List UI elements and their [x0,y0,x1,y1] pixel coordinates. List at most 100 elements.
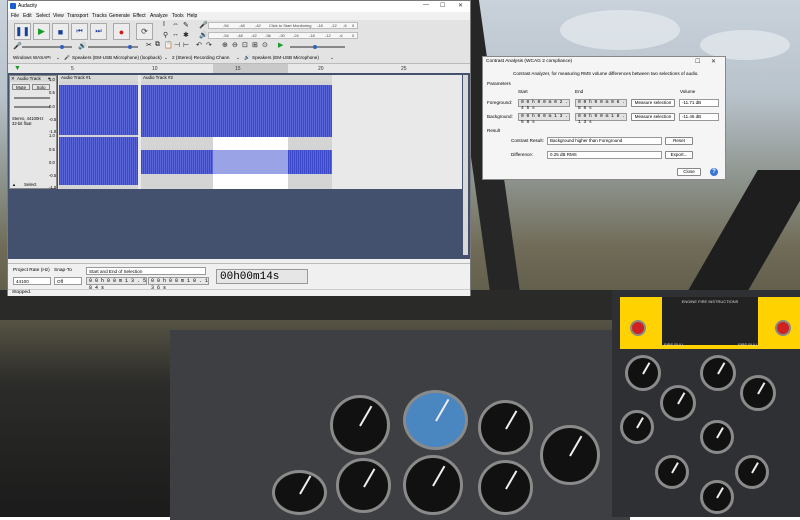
start-label: Start [518,89,528,94]
attitude-indicator [403,390,468,450]
draw-tool-icon[interactable]: ✎ [183,21,189,29]
clip-title[interactable]: Audio Track #1 [59,75,138,81]
pan-slider[interactable] [14,106,50,108]
background-start-time[interactable]: 0 0 h 0 0 m 1 3 . 5 8 s [518,113,570,125]
recording-channels-select[interactable]: 2 (Stereo) Recording Chann [172,55,229,60]
menu-select[interactable]: Select [36,13,50,19]
collapse-icon[interactable]: ▲ [12,182,16,187]
selection-tool-icon[interactable]: I [163,21,165,28]
menu-file[interactable]: File [11,13,19,19]
snap-to-label: Snap-To [54,268,72,273]
reset-button[interactable]: Reset [665,137,693,145]
maximize-button[interactable]: ☐ [440,2,445,9]
paste-icon[interactable]: 📋 [164,41,173,49]
zoom-out-icon[interactable]: ⊖ [232,41,238,49]
stop-button[interactable]: ■ [52,23,69,40]
track-name[interactable]: Audio Track [17,76,41,81]
dialog-close-button[interactable]: ✕ [711,58,716,65]
audio-host-select[interactable]: Windows WASAPI [13,55,51,60]
record-meter[interactable]: -54 -48 -42 Click to Start Monitoring -1… [208,22,358,29]
vertical-scrollbar[interactable] [463,75,468,255]
menu-tools[interactable]: Tools [172,13,184,19]
loop-icon: ⟳ [141,27,148,36]
menu-effect[interactable]: Effect [133,13,146,19]
menu-edit[interactable]: Edit [23,13,32,19]
selection-start-time[interactable]: 0 0 h 0 0 m 1 3 . 5 8 4 s [86,277,147,291]
skip-end-button[interactable]: ⏭ [90,23,107,40]
close-dialog-button[interactable]: Close [677,168,701,176]
measure-background-button[interactable]: Measure selection [631,113,675,121]
record-volume-knob[interactable] [60,45,64,49]
minimize-button[interactable]: — [423,2,429,8]
dialog-maximize-button[interactable]: ☐ [695,58,700,65]
tracks-area[interactable]: ✕ Audio Track ▾ Mute Solo Stereo, 44100H… [8,73,470,259]
envelope-tool-icon[interactable]: ⇔ [172,21,179,28]
export-button[interactable]: Export... [665,151,693,159]
track-close-icon[interactable]: ✕ [11,76,15,82]
monitor-label[interactable]: Click to Start Monitoring [269,23,311,28]
copy-icon[interactable]: ⧉ [155,41,160,49]
timeline-options-icon[interactable]: ▼ [14,65,21,72]
result-label: Result [487,128,501,133]
menu-help[interactable]: Help [187,13,197,19]
select-button[interactable]: Select [24,182,37,187]
record-volume-slider[interactable] [22,46,72,48]
play-speed-knob[interactable] [313,45,317,49]
cut-icon[interactable]: ✂ [146,41,152,49]
clip-title[interactable]: Audio Track #2 [141,75,332,81]
zoom-toggle-icon[interactable]: ⊙ [262,41,268,49]
selection-mode-select[interactable]: Start and End of Selection [86,267,206,275]
clip-audio-track-1[interactable]: Audio Track #1 [59,75,138,189]
play-button[interactable]: ▶ [33,23,50,40]
playback-meter[interactable]: -54 -48 -42 -36 -30 -24 -18 -12 -6 0 [208,32,358,39]
menu-transport[interactable]: Transport [67,13,88,19]
project-rate-select[interactable]: 44100 [13,277,51,285]
foreground-end-time[interactable]: 0 0 h 0 0 m 0 6 . 8 6 s [575,99,627,111]
trim-icon[interactable]: ⊣ [174,41,180,49]
meter-tick: -36 [265,33,271,38]
clip-audio-track-2[interactable]: Audio Track #2 [141,75,332,189]
menu-generate[interactable]: Generate [109,13,130,19]
undo-icon[interactable]: ↶ [196,41,202,49]
close-button[interactable]: ✕ [458,2,463,9]
mute-button[interactable]: Mute [12,84,30,90]
silence-icon[interactable]: ⊢ [183,41,189,49]
fit-selection-icon[interactable]: ⊡ [242,41,248,49]
play-speed-slider[interactable] [290,46,345,48]
audio-position-display[interactable]: 00h00m14s [216,269,308,284]
foreground-start-time[interactable]: 0 0 h 0 0 m 0 2 . 4 5 s [518,99,570,111]
ruler-tick: 25 [401,66,407,72]
fit-project-icon[interactable]: ⊞ [252,41,258,49]
chevron-down-icon: ⌄ [236,55,240,60]
recording-device-select[interactable]: Speakers (EM-USB Microphone) (loopback) [72,55,162,60]
fire-button-left[interactable] [630,320,646,336]
skip-start-button[interactable]: ⏮ [71,23,88,40]
measure-foreground-button[interactable]: Measure selection [631,99,675,107]
zoom-tool-icon[interactable]: ⚲ [163,31,168,39]
ruler-tick: 10 [152,66,158,72]
background-end-time[interactable]: 0 0 h 0 0 m 1 8 . 1 3 s [575,113,627,125]
playback-device-select[interactable]: Speakers (EM-USB Microphone) [252,55,319,60]
gain-slider[interactable] [14,97,50,99]
airspeed-gauge [330,395,390,455]
redo-icon[interactable]: ↷ [206,41,212,49]
pause-button[interactable]: ❚❚ [14,23,31,40]
record-button[interactable]: ● [113,23,130,40]
fire-button-right[interactable] [775,320,791,336]
menu-tracks[interactable]: Tracks [92,13,107,19]
menu-view[interactable]: View [53,13,64,19]
help-icon[interactable]: ? [710,168,718,176]
play-at-speed-icon[interactable]: ▶ [278,41,283,49]
play-volume-knob[interactable] [128,45,132,49]
snap-to-select[interactable]: Off [54,277,82,285]
timeshift-tool-icon[interactable]: ↔ [172,31,179,38]
zoom-in-icon[interactable]: ⊕ [222,41,228,49]
multi-tool-icon[interactable]: ✱ [183,31,189,39]
loop-button[interactable]: ⟳ [136,23,153,40]
meter-tick: 0 [352,23,355,28]
menu-analyze[interactable]: Analyze [150,13,168,19]
audacity-logo-icon [10,3,16,9]
meter-tick: -42 [255,23,261,28]
solo-button[interactable]: Solo [32,84,50,90]
selection-end-time[interactable]: 0 0 h 0 0 m 1 0 . 1 3 6 s [148,277,209,291]
